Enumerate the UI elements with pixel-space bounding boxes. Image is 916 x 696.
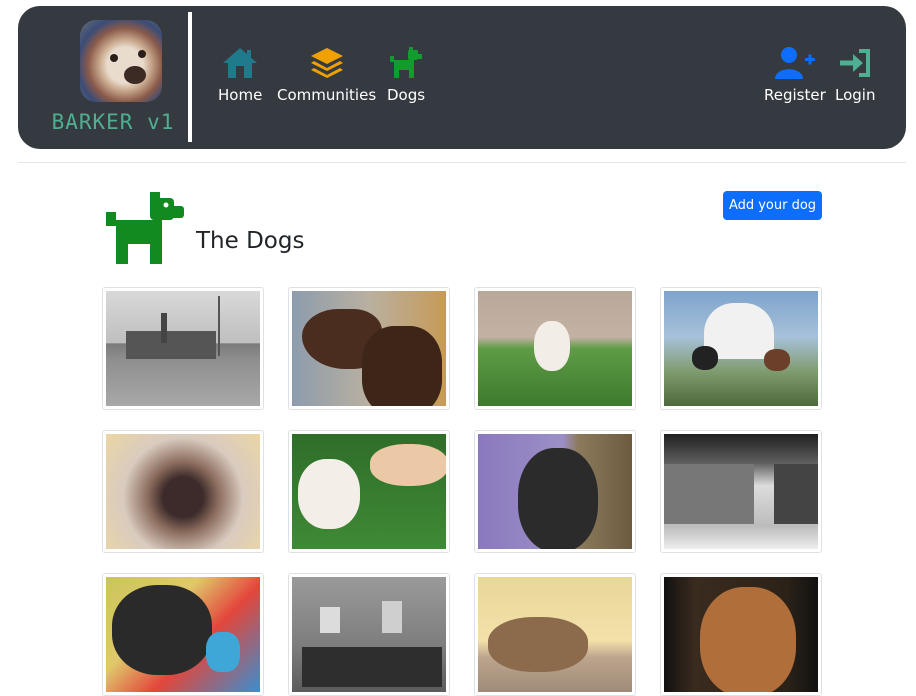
nav-dogs-label: Dogs (387, 86, 426, 104)
brand-name: BARKER v1 (51, 110, 175, 134)
add-user-icon (774, 47, 815, 79)
header-divider (18, 162, 906, 163)
nav-login[interactable]: Login (835, 46, 875, 104)
dog-card[interactable] (474, 430, 636, 553)
add-dog-button[interactable]: Add your dog (723, 191, 822, 220)
navbar: BARKER v1 Home Communities Dogs Register… (18, 6, 906, 149)
dog-card[interactable] (660, 573, 822, 696)
white-dog-on-grass-photo (478, 291, 632, 406)
dog-card[interactable] (660, 287, 822, 410)
nav-communities-label: Communities (277, 86, 377, 104)
black-dog-on-blanket-photo (106, 577, 260, 692)
nav-dogs[interactable]: Dogs (387, 46, 425, 104)
dog-card[interactable] (102, 287, 264, 410)
login-icon (840, 49, 871, 77)
brand-divider (188, 12, 192, 142)
spaniel-painting-photo (106, 434, 260, 549)
dog-icon (106, 192, 184, 264)
dog-and-cat-on-grass-photo (292, 434, 446, 549)
dogs-by-gazebo-photo (664, 291, 818, 406)
dog-card[interactable] (288, 287, 450, 410)
brown-pointer-dog-photo (292, 291, 446, 406)
dog-card[interactable] (288, 573, 450, 696)
nav-register-label: Register (764, 86, 826, 104)
dog-icon (390, 47, 423, 78)
brand-dog-avatar (80, 20, 162, 102)
nav-home-label: Home (218, 86, 263, 104)
dog-card[interactable] (474, 287, 636, 410)
dog-card[interactable] (660, 430, 822, 553)
dog-card[interactable] (288, 430, 450, 553)
dog-card[interactable] (474, 573, 636, 696)
dog-portrait-photo (664, 577, 818, 692)
pug-dog-rolling-photo (478, 577, 632, 692)
nav-login-label: Login (835, 86, 876, 104)
historic-building-group-photo (292, 577, 446, 692)
nav-home[interactable]: Home (218, 46, 262, 104)
home-icon (223, 48, 258, 78)
dog-card[interactable] (102, 573, 264, 696)
nav-register[interactable]: Register (764, 46, 826, 104)
nav-communities[interactable]: Communities (277, 46, 376, 104)
page-header: The Dogs Add your dog (106, 190, 826, 266)
page-title: The Dogs (196, 228, 305, 254)
black-doodle-dog-photo (478, 434, 632, 549)
layers-icon (310, 48, 343, 78)
brand[interactable]: BARKER v1 (38, 18, 188, 138)
historic-town-photo (106, 291, 260, 406)
dog-card[interactable] (102, 430, 264, 553)
village-street-photo (664, 434, 818, 549)
